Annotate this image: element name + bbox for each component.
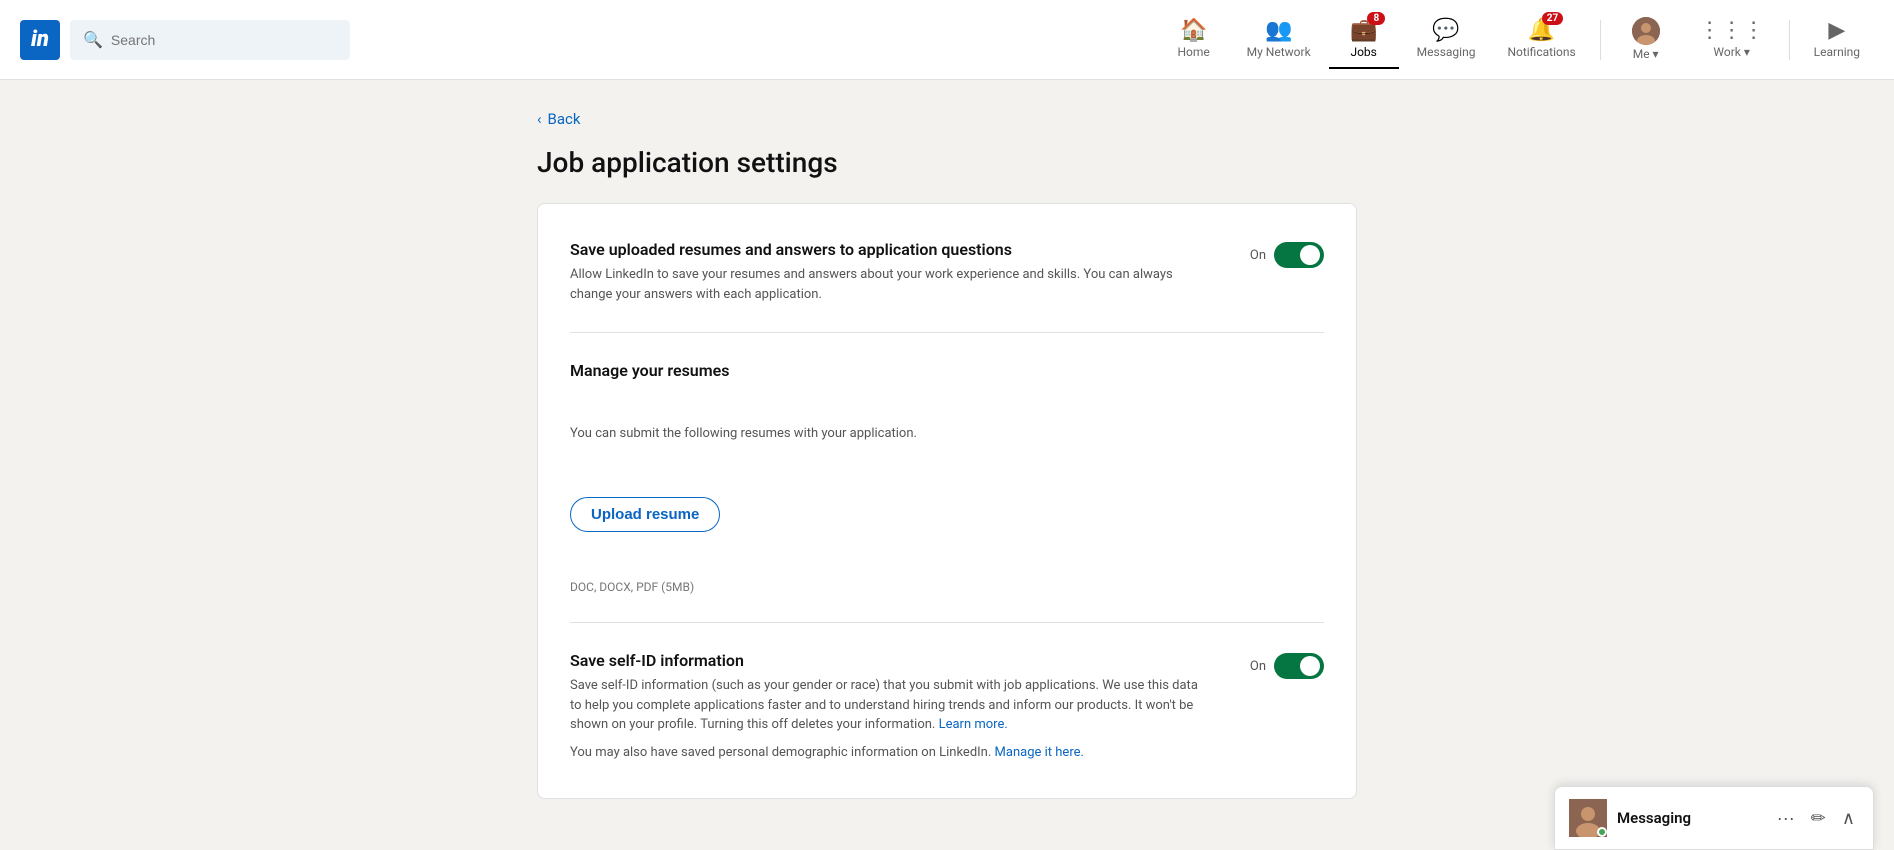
navbar-left: in 🔍 xyxy=(20,20,350,60)
search-icon: 🔍 xyxy=(83,30,103,49)
messaging-collapse-button[interactable]: ∧ xyxy=(1838,806,1859,831)
messaging-actions: ··· ✏ ∧ xyxy=(1773,806,1859,831)
save-resumes-toggle-label: On xyxy=(1250,248,1266,263)
manage-here-link[interactable]: Manage it here. xyxy=(995,745,1084,760)
messaging-header[interactable]: Messaging ··· ✏ ∧ xyxy=(1555,787,1873,849)
back-link[interactable]: ‹ Back xyxy=(537,110,1357,128)
save-self-id-slider xyxy=(1274,653,1324,679)
avatar xyxy=(1632,17,1660,45)
search-input[interactable] xyxy=(111,32,337,48)
save-self-id-description: Save self-ID information (such as your g… xyxy=(570,678,1198,732)
file-hint: DOC, DOCX, PDF (5MB) xyxy=(570,580,694,594)
save-self-id-toggle[interactable] xyxy=(1274,653,1324,679)
nav-item-messaging[interactable]: 💬 Messaging xyxy=(1403,10,1490,69)
online-indicator xyxy=(1597,827,1607,837)
save-self-id-text: Save self-ID information Save self-ID in… xyxy=(570,651,1210,762)
notifications-label: Notifications xyxy=(1507,45,1575,59)
messaging-compose-button[interactable]: ✏ xyxy=(1807,806,1830,831)
save-resumes-toggle[interactable] xyxy=(1274,242,1324,268)
navbar-nav: 🏠 Home 👥 My Network 💼 8 Jobs 💬 Messaging… xyxy=(1159,9,1874,71)
nav-divider-2 xyxy=(1789,20,1790,60)
me-chevron: ▾ xyxy=(1653,47,1659,61)
manage-text: You may also have saved personal demogra… xyxy=(570,745,991,760)
network-icon: 👥 xyxy=(1265,18,1292,43)
save-self-id-toggle-wrapper: On xyxy=(1250,653,1324,679)
learn-more-link[interactable]: Learn more. xyxy=(939,717,1008,732)
notifications-badge: 27 xyxy=(1542,12,1563,25)
save-self-id-row: Save self-ID information Save self-ID in… xyxy=(570,643,1324,770)
nav-item-home[interactable]: 🏠 Home xyxy=(1159,10,1229,69)
messaging-widget-title: Messaging xyxy=(1617,809,1763,827)
manage-demographic-text: You may also have saved personal demogra… xyxy=(570,743,1210,763)
nav-item-me[interactable]: Me ▾ xyxy=(1611,9,1681,71)
save-self-id-title: Save self-ID information xyxy=(570,651,1210,670)
work-label: Work ▾ xyxy=(1713,45,1749,59)
manage-resumes-desc: You can submit the following resumes wit… xyxy=(570,426,917,441)
work-icon: ⋮⋮⋮ xyxy=(1699,18,1765,43)
save-resumes-text: Save uploaded resumes and answers to app… xyxy=(570,240,1210,304)
nav-item-work[interactable]: ⋮⋮⋮ Work ▾ xyxy=(1685,10,1779,69)
manage-resumes-row: Manage your resumes You can submit the f… xyxy=(570,353,1324,602)
linkedin-logo[interactable]: in xyxy=(20,20,60,60)
nav-item-jobs[interactable]: 💼 8 Jobs xyxy=(1329,10,1399,69)
messaging-avatar xyxy=(1569,799,1607,837)
jobs-label: Jobs xyxy=(1350,45,1376,59)
nav-item-learning[interactable]: ▶ Learning xyxy=(1800,10,1874,69)
jobs-icon: 💼 8 xyxy=(1350,18,1377,43)
nav-item-network[interactable]: 👥 My Network xyxy=(1233,10,1325,69)
save-self-id-toggle-label: On xyxy=(1250,659,1266,674)
learning-label: Learning xyxy=(1814,45,1860,59)
settings-card: Save uploaded resumes and answers to app… xyxy=(537,203,1357,799)
divider-2 xyxy=(570,622,1324,623)
notifications-icon: 🔔 27 xyxy=(1528,18,1555,43)
avatar-image xyxy=(1632,17,1660,45)
save-resumes-slider xyxy=(1274,242,1324,268)
messaging-label: Messaging xyxy=(1417,45,1476,59)
search-bar[interactable]: 🔍 xyxy=(70,20,350,60)
save-resumes-toggle-wrapper: On xyxy=(1250,242,1324,268)
me-label: Me ▾ xyxy=(1633,47,1659,61)
messaging-ellipsis-button[interactable]: ··· xyxy=(1773,806,1799,831)
home-icon: 🏠 xyxy=(1180,18,1207,43)
jobs-badge: 8 xyxy=(1367,12,1385,25)
save-resumes-row: Save uploaded resumes and answers to app… xyxy=(570,232,1324,312)
messaging-icon: 💬 xyxy=(1432,18,1459,43)
nav-item-notifications[interactable]: 🔔 27 Notifications xyxy=(1493,10,1589,69)
save-self-id-desc: Save self-ID information (such as your g… xyxy=(570,676,1210,735)
divider-1 xyxy=(570,332,1324,333)
home-label: Home xyxy=(1178,45,1210,59)
network-label: My Network xyxy=(1247,45,1311,59)
back-chevron: ‹ xyxy=(537,110,542,128)
learning-icon: ▶ xyxy=(1828,18,1845,43)
page-title: Job application settings xyxy=(537,146,1357,179)
save-resumes-desc: Allow LinkedIn to save your resumes and … xyxy=(570,265,1210,304)
work-chevron: ▾ xyxy=(1744,45,1750,59)
nav-divider xyxy=(1600,20,1601,60)
messaging-widget: Messaging ··· ✏ ∧ xyxy=(1554,786,1874,850)
back-label: Back xyxy=(548,110,581,128)
navbar: in 🔍 🏠 Home 👥 My Network 💼 8 Jobs 💬 Me xyxy=(0,0,1894,80)
upload-resume-button[interactable]: Upload resume xyxy=(570,497,720,532)
save-resumes-title: Save uploaded resumes and answers to app… xyxy=(570,240,1210,259)
manage-resumes-title: Manage your resumes xyxy=(570,361,729,380)
main-content: ‹ Back Job application settings Save upl… xyxy=(517,80,1377,829)
